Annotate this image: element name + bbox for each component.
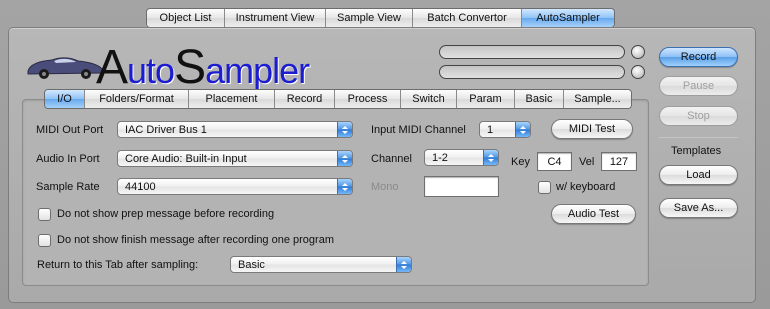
midi-out-port-select[interactable]: IAC Driver Bus 1 bbox=[117, 121, 353, 138]
tab-instrument-view[interactable]: Instrument View bbox=[225, 9, 326, 27]
popup-arrows-icon bbox=[337, 179, 352, 194]
pause-button[interactable]: Pause bbox=[659, 76, 738, 96]
tab-placement[interactable]: Placement bbox=[189, 90, 275, 108]
midi-out-port-label: MIDI Out Port bbox=[36, 124, 104, 136]
key-field[interactable]: C4 bbox=[537, 152, 572, 171]
stop-button[interactable]: Stop bbox=[659, 106, 738, 126]
no-finish-message-checkbox[interactable] bbox=[38, 234, 51, 247]
tab-folders-format[interactable]: Folders/Format bbox=[85, 90, 189, 108]
channel-value: 1-2 bbox=[432, 151, 448, 164]
audio-in-port-select[interactable]: Core Audio: Built-in Input bbox=[117, 150, 353, 167]
vel-label: Vel bbox=[579, 156, 595, 168]
save-as-button[interactable]: Save As... bbox=[659, 198, 738, 218]
level-meter-left bbox=[439, 45, 625, 59]
midi-out-port-value: IAC Driver Bus 1 bbox=[125, 123, 207, 136]
with-keyboard-label: w/ keyboard bbox=[556, 181, 616, 193]
level-meter-right bbox=[439, 65, 625, 79]
logo-wordmark: AutoSampler bbox=[96, 44, 310, 92]
popup-arrows-icon bbox=[396, 257, 411, 272]
logo-text-ampler: ampler bbox=[205, 50, 310, 91]
channel-select[interactable]: 1-2 bbox=[424, 149, 499, 166]
logo-letter-s: S bbox=[174, 41, 206, 94]
divider bbox=[659, 137, 738, 138]
sample-rate-label: Sample Rate bbox=[36, 181, 100, 193]
midi-test-button[interactable]: MIDI Test bbox=[551, 119, 633, 139]
logo-letter-a: A bbox=[96, 41, 128, 94]
popup-arrows-icon bbox=[337, 151, 352, 166]
tab-object-list[interactable]: Object List bbox=[147, 9, 225, 27]
tab-process[interactable]: Process bbox=[335, 90, 401, 108]
input-midi-channel-value: 1 bbox=[487, 123, 494, 136]
load-button[interactable]: Load bbox=[659, 165, 738, 185]
tab-basic[interactable]: Basic bbox=[515, 90, 564, 108]
return-tab-select[interactable]: Basic bbox=[230, 256, 412, 273]
mono-label: Mono bbox=[371, 181, 399, 193]
tab-record[interactable]: Record bbox=[275, 90, 335, 108]
autosampler-logo: AutoSampler bbox=[26, 40, 310, 92]
logo-text-uto: uto bbox=[127, 50, 175, 91]
car-icon bbox=[27, 57, 103, 79]
popup-arrows-icon bbox=[515, 122, 530, 137]
channel-label: Channel bbox=[371, 153, 412, 165]
no-finish-message-label: Do not show finish message after recordi… bbox=[57, 234, 334, 246]
clip-led-left bbox=[631, 45, 645, 59]
velocity-field[interactable]: 127 bbox=[601, 152, 637, 171]
tab-batch-convertor[interactable]: Batch Convertor bbox=[413, 9, 522, 27]
input-midi-channel-select[interactable]: 1 bbox=[479, 121, 531, 138]
return-tab-label: Return to this Tab after sampling: bbox=[37, 259, 199, 271]
inner-tab-bar: I/O Folders/Format Placement Record Proc… bbox=[44, 89, 632, 109]
audio-test-button[interactable]: Audio Test bbox=[551, 204, 636, 224]
tab-io[interactable]: I/O bbox=[45, 90, 85, 108]
tab-param[interactable]: Param bbox=[457, 90, 515, 108]
sample-rate-value: 44100 bbox=[125, 180, 156, 193]
tab-autosampler[interactable]: AutoSampler bbox=[522, 9, 614, 27]
tab-sample[interactable]: Sample... bbox=[564, 90, 631, 108]
audio-in-port-value: Core Audio: Built-in Input bbox=[125, 152, 247, 165]
no-prep-message-checkbox[interactable] bbox=[38, 208, 51, 221]
tab-sample-view[interactable]: Sample View bbox=[326, 9, 413, 27]
record-button[interactable]: Record bbox=[659, 47, 738, 67]
tab-switch[interactable]: Switch bbox=[401, 90, 457, 108]
clip-led-right bbox=[631, 65, 645, 79]
audio-in-port-label: Audio In Port bbox=[36, 153, 100, 165]
popup-arrows-icon bbox=[483, 150, 498, 165]
top-tab-bar: Object List Instrument View Sample View … bbox=[146, 8, 615, 28]
return-tab-value: Basic bbox=[238, 258, 265, 271]
no-prep-message-label: Do not show prep message before recordin… bbox=[57, 208, 275, 220]
input-midi-channel-label: Input MIDI Channel bbox=[371, 124, 466, 136]
popup-arrows-icon bbox=[337, 122, 352, 137]
mono-field[interactable] bbox=[424, 176, 499, 197]
templates-label: Templates bbox=[671, 145, 722, 157]
with-keyboard-checkbox[interactable] bbox=[538, 181, 551, 194]
key-label: Key bbox=[511, 156, 530, 168]
sample-rate-select[interactable]: 44100 bbox=[117, 178, 353, 195]
